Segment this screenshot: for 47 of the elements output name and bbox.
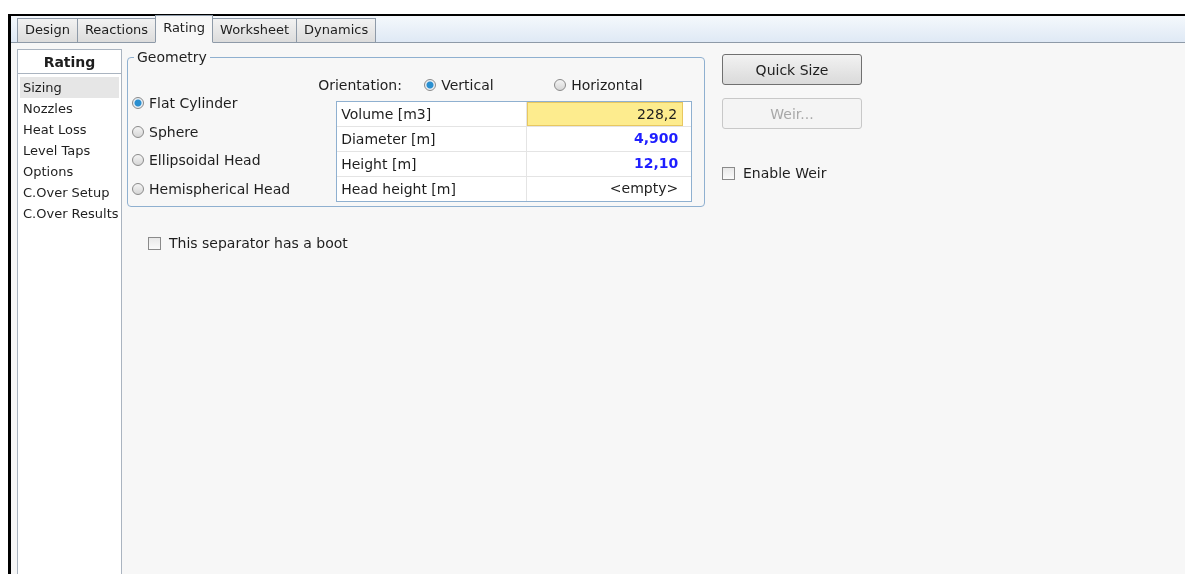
radio-label: Flat Cylinder — [149, 95, 238, 112]
sidebar-item[interactable]: Options — [20, 161, 119, 182]
table-cell: Diameter [m] — [337, 127, 528, 151]
tab[interactable]: Rating — [155, 15, 214, 43]
sidebar-title: Rating — [18, 50, 121, 74]
radio-button[interactable] — [132, 182, 144, 195]
checkbox[interactable]: Enable Weir — [722, 165, 862, 181]
tab[interactable]: Worksheet — [212, 18, 298, 42]
radio-option[interactable]: Sphere — [132, 117, 291, 146]
table-cell-text: 12,10 — [632, 154, 680, 173]
table-cell: Head height [m] — [337, 177, 528, 201]
radio-label: Ellipsoidal Head — [149, 152, 261, 169]
radio-label: Horizontal — [571, 77, 643, 93]
table-cell: Height [m] — [337, 152, 528, 176]
sidebar-item[interactable]: C.Over Results — [20, 203, 119, 224]
tab[interactable]: Reactions — [76, 18, 157, 42]
orientation-label: Orientation: — [318, 77, 403, 93]
radio-label: Sphere — [149, 123, 199, 140]
table-cell-text: 4,900 — [632, 129, 680, 148]
group-title: Geometry — [136, 49, 208, 65]
radio-button[interactable] — [554, 79, 567, 91]
checkbox-box[interactable] — [722, 166, 735, 180]
radio-option[interactable]: Flat Cylinder — [132, 89, 291, 118]
input-field[interactable]: 228,2 — [527, 102, 684, 126]
table-cell-text: <empty> — [608, 179, 680, 198]
radio-option[interactable]: Ellipsoidal Head — [132, 146, 291, 175]
checkbox-box[interactable] — [148, 236, 161, 250]
radio-button[interactable] — [132, 97, 144, 110]
checkbox-label: Enable Weir — [743, 165, 827, 181]
sidebar-item[interactable]: C.Over Setup — [20, 182, 119, 203]
checkbox-label: This separator has a boot — [169, 235, 348, 251]
sidebar-item[interactable]: Nozzles — [20, 98, 119, 119]
tab[interactable]: Design — [17, 18, 78, 42]
radio-option[interactable]: Vertical — [424, 77, 555, 93]
sidebar-item[interactable]: Sizing — [20, 77, 119, 98]
radio-button[interactable] — [424, 79, 437, 91]
sidebar-item[interactable]: Heat Loss — [20, 119, 119, 140]
quick-size-button[interactable]: Quick Size — [722, 54, 862, 85]
radio-button[interactable] — [132, 154, 144, 167]
radio-label: Vertical — [441, 77, 494, 93]
radio-button[interactable] — [132, 125, 144, 138]
sidebar-item[interactable]: Level Taps — [20, 140, 119, 161]
radio-option[interactable]: Hemispherical Head — [132, 174, 291, 203]
checkbox[interactable]: This separator has a boot — [148, 235, 1179, 251]
radio-option[interactable]: Horizontal — [554, 77, 685, 93]
radio-label: Hemispherical Head — [149, 180, 291, 197]
tab[interactable]: Dynamics — [296, 18, 377, 42]
